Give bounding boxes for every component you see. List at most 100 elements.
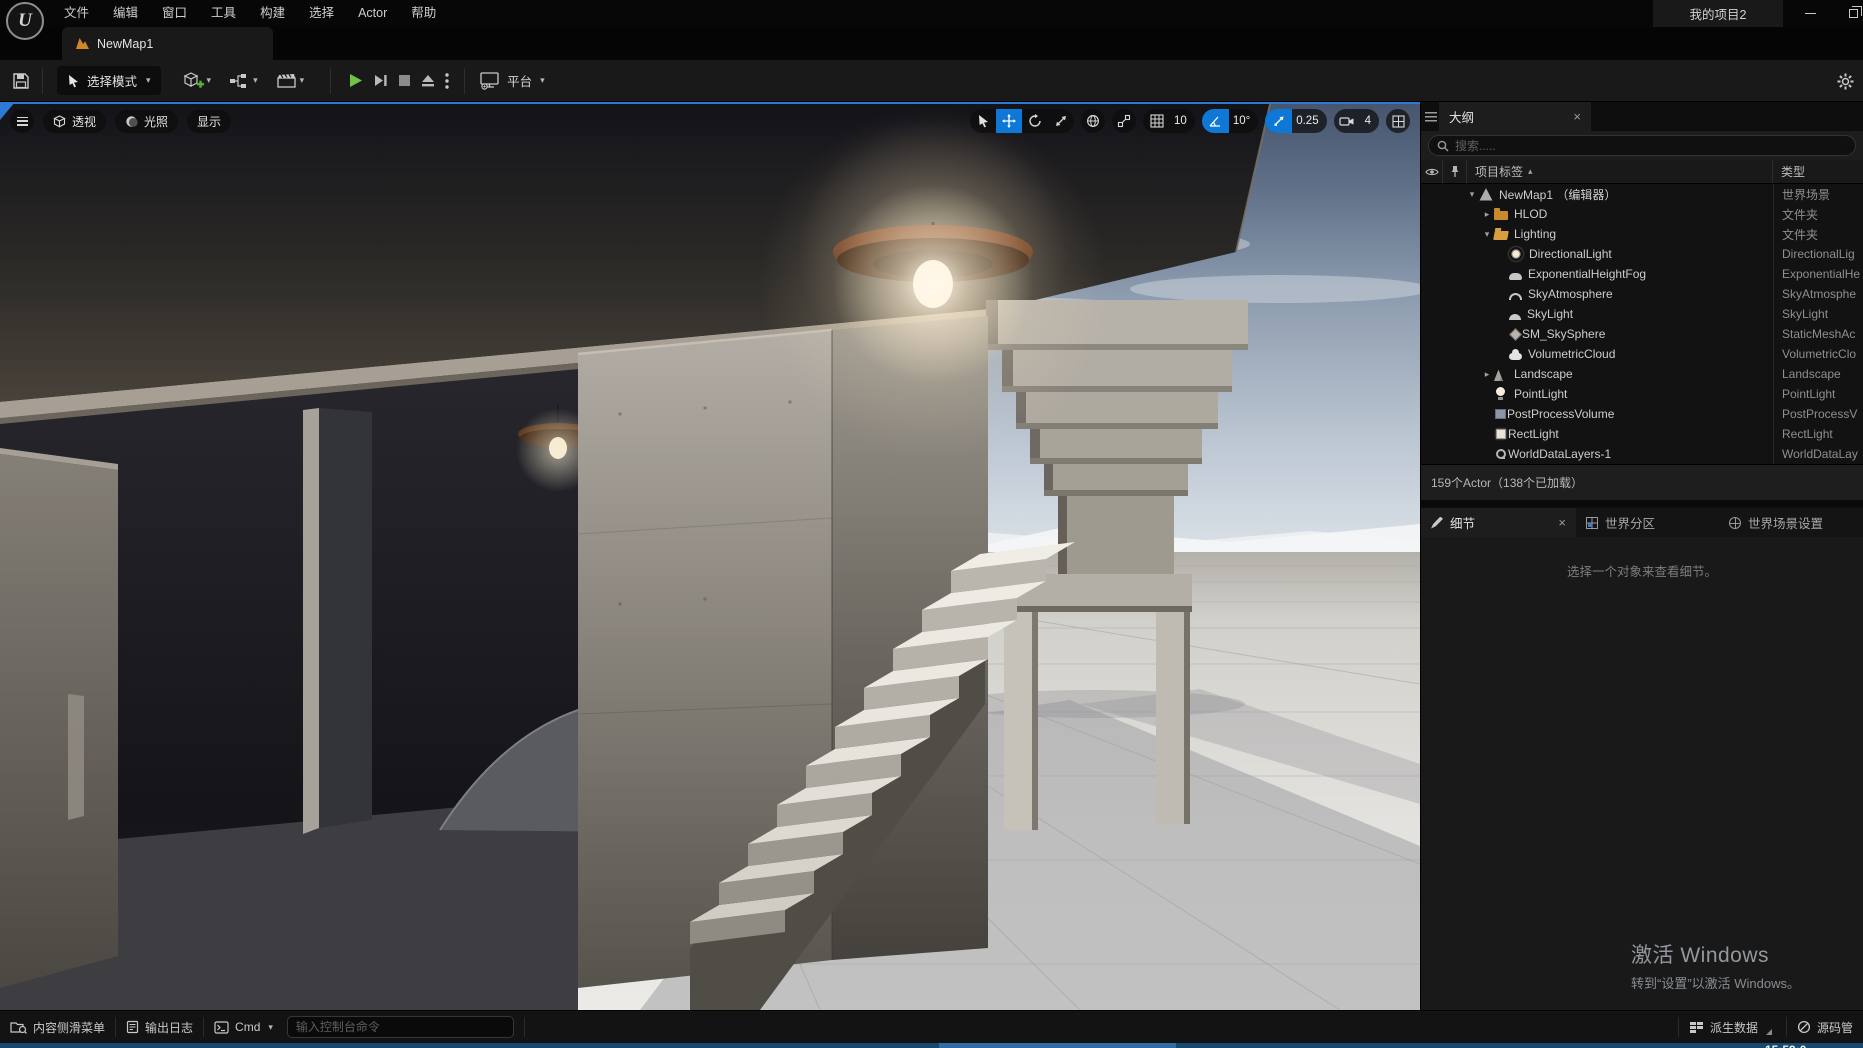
scale-snap-control[interactable]: 0.25	[1265, 109, 1326, 133]
outliner-row-HLOD[interactable]: ▸HLOD文件夹	[1421, 204, 1863, 224]
world-partition-label: 世界分区	[1605, 513, 1655, 532]
outliner-row-Lighting[interactable]: ▾Lighting文件夹	[1421, 224, 1863, 244]
outliner-row-SMSkySphere[interactable]: SM_SkySphereStaticMeshAc	[1421, 324, 1863, 344]
select-mode-dropdown[interactable]: 选择模式 ▾	[57, 66, 161, 95]
world-space-toggle[interactable]	[1081, 109, 1105, 133]
outliner-row-SkyAtmosphere[interactable]: SkyAtmosphereSkyAtmosphe	[1421, 284, 1863, 304]
tab-newmap1[interactable]: NewMap1	[62, 27, 273, 60]
pin-column-button[interactable]	[1443, 160, 1467, 183]
derived-data-button[interactable]: 派生数据	[1679, 1011, 1786, 1043]
scale-tool-button[interactable]	[1048, 109, 1074, 133]
console-input[interactable]	[296, 1020, 505, 1034]
label-column-header[interactable]: 项目标签 ▴	[1467, 160, 1773, 183]
viewport-3d[interactable]: 透视 光照 显示	[0, 102, 1420, 1010]
frame-skip-button[interactable]	[368, 66, 393, 96]
windows-taskbar[interactable]: 15:59:0	[0, 1043, 1863, 1048]
gear-icon	[1836, 72, 1855, 91]
expander-icon[interactable]: ▸	[1480, 369, 1494, 380]
tab-outliner[interactable]: 大纲 ×	[1439, 102, 1591, 131]
outliner-row-PointLight[interactable]: PointLightPointLight	[1421, 384, 1863, 404]
content-drawer-button[interactable]: 内容侧滑菜单	[0, 1011, 115, 1043]
camera-speed-control[interactable]: 4	[1334, 109, 1379, 133]
viewport-toolbar-left: 透视 光照 显示	[10, 109, 231, 133]
outliner-row-SkyLight[interactable]: SkyLightSkyLight	[1421, 304, 1863, 324]
close-icon[interactable]: ×	[1558, 515, 1566, 530]
menu-item-4[interactable]: 构建	[248, 0, 297, 27]
menu-item-1[interactable]: 编辑	[101, 0, 150, 27]
outliner-row-NewMap1[interactable]: ▾NewMap1 （编辑器）世界场景	[1421, 184, 1863, 204]
menu-item-6[interactable]: Actor	[346, 0, 399, 27]
row-label: NewMap1 （编辑器）	[1499, 186, 1773, 203]
cinematics-button[interactable]: ▾	[272, 66, 309, 96]
watermark-subtitle: 转到“设置”以激活 Windows。	[1631, 973, 1800, 992]
menu-item-0[interactable]: 文件	[52, 0, 101, 27]
viewport-menu-button[interactable]	[10, 109, 34, 133]
eject-button[interactable]	[416, 66, 440, 96]
globe-icon	[1086, 114, 1100, 128]
output-log-icon	[126, 1020, 139, 1034]
menu-item-5[interactable]: 选择	[297, 0, 346, 27]
blueprints-button[interactable]: ▾	[225, 66, 262, 96]
main-menu: 文件编辑窗口工具构建选择Actor帮助	[52, 0, 448, 27]
world-settings-icon	[1729, 517, 1741, 529]
rotate-tool-button[interactable]	[1022, 109, 1048, 133]
menu-item-3[interactable]: 工具	[199, 0, 248, 27]
lit-mode-dropdown[interactable]: 光照	[115, 110, 178, 133]
outliner-row-WorldDataLayers-1[interactable]: WorldDataLayers-1WorldDataLay	[1421, 444, 1863, 464]
source-control-button[interactable]: 源码管	[1787, 1011, 1863, 1043]
add-actor-button[interactable]: ▾	[179, 66, 216, 96]
row-label: SM_SkySphere	[1522, 327, 1773, 341]
outliner-row-PostProcessVolume[interactable]: PostProcessVolumePostProcessV	[1421, 404, 1863, 424]
play-options-button[interactable]	[440, 66, 454, 96]
output-log-button[interactable]: 输出日志	[116, 1011, 203, 1043]
windows-watermark: 激活 Windows 转到“设置”以激活 Windows。	[1631, 939, 1800, 992]
platform-dropdown[interactable]: 平台 ▾	[473, 71, 551, 90]
expander-icon[interactable]: ▾	[1465, 189, 1479, 200]
save-button[interactable]	[8, 66, 34, 96]
show-dropdown[interactable]: 显示	[187, 110, 231, 133]
move-tool-button[interactable]	[996, 109, 1022, 133]
world-settings-label: 世界场景设置	[1748, 513, 1823, 532]
select-tool-button[interactable]	[970, 109, 996, 133]
status-bar: 内容侧滑菜单 输出日志 Cmd ▾	[0, 1010, 1863, 1043]
minimize-button[interactable]	[1795, 0, 1825, 27]
outliner-row-Landscape[interactable]: ▸LandscapeLandscape	[1421, 364, 1863, 384]
snap-icon	[1117, 114, 1131, 128]
tab-details[interactable]: 细节 ×	[1421, 508, 1576, 537]
type-column-header[interactable]: 类型	[1773, 160, 1863, 183]
surface-snapping-button[interactable]	[1112, 109, 1136, 133]
scene-render	[0, 104, 1420, 1010]
row-label: ExponentialHeightFog	[1528, 267, 1773, 281]
menu-item-7[interactable]: 帮助	[399, 0, 448, 27]
tab-world-partition[interactable]: 世界分区	[1576, 508, 1719, 537]
visibility-column-button[interactable]	[1421, 160, 1443, 183]
expander-icon[interactable]: ▾	[1480, 229, 1494, 240]
outliner-row-RectLight[interactable]: RectLightRectLight	[1421, 424, 1863, 444]
settings-button[interactable]	[1836, 60, 1855, 102]
stop-button[interactable]	[393, 66, 416, 96]
outliner-row-ExponentialHeightFog[interactable]: ExponentialHeightFogExponentialHe	[1421, 264, 1863, 284]
outliner-row-VolumetricCloud[interactable]: VolumetricCloudVolumetricClo	[1421, 344, 1863, 364]
cmd-dropdown[interactable]: Cmd ▾	[204, 1011, 283, 1043]
close-icon[interactable]: ×	[1573, 109, 1581, 124]
tab-world-settings[interactable]: 世界场景设置	[1719, 508, 1863, 537]
blueprint-nodes-icon	[229, 72, 251, 90]
row-type: RectLight	[1773, 424, 1863, 444]
outliner-row-DirectionalLight[interactable]: DirectionalLightDirectionalLig	[1421, 244, 1863, 264]
row-label: HLOD	[1514, 207, 1773, 221]
menu-item-2[interactable]: 窗口	[150, 0, 199, 27]
outliner-searchbox[interactable]	[1428, 135, 1856, 156]
unreal-logo-icon[interactable]: U	[6, 2, 44, 40]
expander-icon[interactable]: ▸	[1480, 209, 1494, 220]
save-icon	[12, 72, 30, 90]
row-label: SkyAtmosphere	[1528, 287, 1773, 301]
restore-button[interactable]	[1838, 0, 1863, 27]
perspective-dropdown[interactable]: 透视	[43, 110, 106, 133]
rotation-snap-control[interactable]: 10°	[1202, 109, 1258, 133]
console-command-box[interactable]	[287, 1016, 514, 1038]
search-input[interactable]	[1455, 139, 1847, 153]
label-column-text: 项目标签	[1475, 163, 1523, 180]
play-button[interactable]	[343, 66, 368, 96]
maximize-viewport-button[interactable]	[1386, 109, 1410, 133]
grid-snap-control[interactable]: 10	[1143, 109, 1195, 133]
